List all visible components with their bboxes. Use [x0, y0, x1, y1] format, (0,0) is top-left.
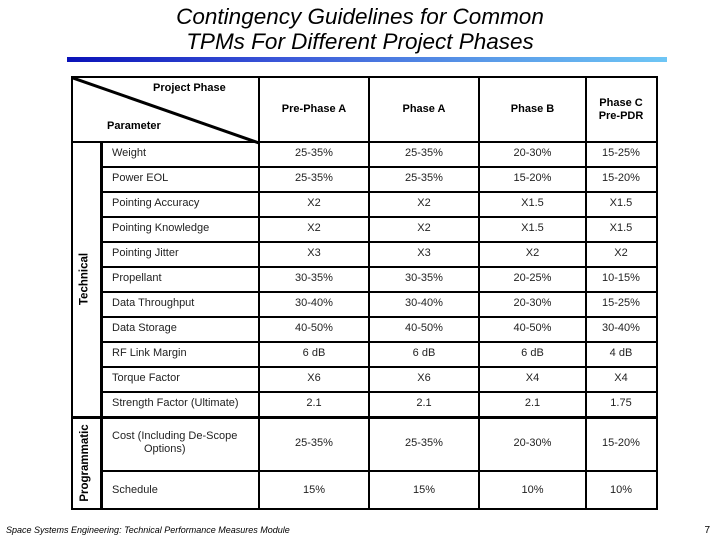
value-cell: 15-20% [602, 436, 640, 449]
parameter-label: Power EOL [112, 172, 169, 184]
value-cell: 2.1 [306, 397, 322, 409]
value-cell: 6 dB [302, 347, 326, 359]
value-cell: X2 [307, 197, 321, 209]
value-cell: 40-50% [295, 322, 333, 334]
value-cell: 25-35% [405, 147, 443, 159]
value-cell: 20-30% [513, 147, 552, 159]
parameter-label: Strength Factor (Ultimate) [112, 397, 239, 409]
parameter-label: Weight [112, 147, 147, 159]
parameter-cell: Pointing Accuracy [102, 191, 259, 216]
value-cell: X1.5 [609, 222, 633, 234]
value-cell: X1.5 [521, 222, 544, 234]
parameter-cell: Weight [102, 141, 259, 166]
parameter-label: Cost (Including De-Scope [112, 430, 238, 442]
value-cell: 20-25% [513, 272, 552, 284]
value-cell: X1.5 [521, 197, 544, 209]
parameter-cell: Cost (Including De-Scope Options) [102, 416, 259, 470]
slide-title-line-1: Contingency Guidelines for Common [176, 4, 544, 29]
value-cell: 15% [412, 483, 436, 496]
parameter-label: Pointing Jitter [112, 247, 179, 259]
parameter-cell: Torque Factor [102, 366, 259, 391]
value-cell: 4 dB [609, 347, 633, 359]
value-cell: 30-40% [602, 322, 640, 334]
column-header-line-1: Phase B [510, 103, 555, 115]
slide-title-line-2: TPMs For Different Project Phases [186, 29, 534, 54]
parameter-cell: Power EOL [102, 166, 259, 191]
parameter-cell: Schedule [102, 470, 259, 510]
value-cell: X4 [525, 372, 540, 384]
value-cell: 2.1 [416, 397, 432, 409]
column-header: Phase C Pre-PDR [586, 78, 656, 141]
slide-title: Contingency Guidelines for Common TPMs F… [0, 4, 720, 54]
value-cell: X3 [417, 247, 431, 259]
value-cell: 25-35% [405, 436, 443, 449]
parameter-cell: Data Storage [102, 316, 259, 341]
parameter-label-line-2: Options) [144, 443, 186, 455]
value-cell: 10% [521, 483, 544, 496]
value-cell: 25-35% [295, 172, 333, 184]
value-cell: X1.5 [609, 197, 633, 209]
value-cell: 10% [609, 483, 633, 496]
value-cell: 40-50% [513, 322, 552, 334]
parameter-label: Propellant [112, 272, 162, 284]
value-cell: 30-40% [295, 297, 333, 309]
corner-project-phase-label: Project Phase [153, 81, 226, 94]
parameter-label: Data Throughput [112, 297, 195, 309]
value-cell: 6 dB [412, 347, 436, 359]
parameter-label: Torque Factor [112, 372, 180, 384]
value-cell: 10-15% [602, 272, 640, 284]
column-header: Phase A [369, 78, 479, 141]
contingency-table: Project Phase Parameter Pre-Phase A Phase… [71, 76, 658, 510]
value-cell: 1.75 [610, 397, 632, 409]
parameter-cell: Propellant [102, 266, 259, 291]
value-cell: 30-35% [295, 272, 333, 284]
value-cell: X4 [614, 372, 628, 384]
column-header: Phase B [479, 78, 586, 141]
parameter-cell: Pointing Jitter [102, 241, 259, 266]
value-cell: 25-35% [295, 436, 333, 449]
value-cell: X2 [614, 247, 628, 259]
parameter-label: Pointing Knowledge [112, 222, 210, 234]
value-cell: X2 [417, 197, 431, 209]
parameter-label: Data Storage [112, 322, 177, 334]
footer-text: Space Systems Engineering: Technical Per… [6, 525, 290, 535]
value-cell: 15-25% [602, 147, 640, 159]
parameter-cell: Pointing Knowledge [102, 216, 259, 241]
value-cell: X2 [525, 247, 540, 259]
page-number: 7 [704, 525, 710, 536]
value-cell: 15-20% [513, 172, 552, 184]
title-gradient-bar [67, 57, 667, 62]
value-cell: 20-30% [513, 297, 552, 309]
corner-parameter-label: Parameter [107, 119, 161, 132]
parameter-label: RF Link Margin [112, 347, 187, 359]
value-cell: 20-30% [513, 436, 552, 449]
value-cell: 2.1 [524, 397, 541, 409]
value-cell: 15-20% [602, 172, 640, 184]
value-cell: X6 [417, 372, 431, 384]
column-header-line-1: Pre-Phase A [281, 103, 347, 115]
value-cell: X2 [417, 222, 431, 234]
value-cell: 40-50% [405, 322, 443, 334]
value-cell: 25-35% [405, 172, 443, 184]
parameter-label: Schedule [112, 483, 158, 496]
value-cell: 30-40% [405, 297, 443, 309]
value-cell: X6 [307, 372, 321, 384]
parameter-label: Pointing Accuracy [112, 197, 200, 209]
value-cell: X2 [307, 222, 321, 234]
parameter-cell: Data Throughput [102, 291, 259, 316]
group-label: Technical [78, 252, 91, 305]
value-cell: 25-35% [295, 147, 333, 159]
parameter-cell: RF Link Margin [102, 341, 259, 366]
value-cell: X3 [307, 247, 321, 259]
parameter-cell: Strength Factor (Ultimate) [102, 391, 259, 416]
column-header-line-2: Pre-PDR [598, 109, 644, 122]
column-header-line-1: Phase C [599, 96, 643, 109]
column-header-line-1: Phase A [402, 103, 446, 115]
column-header: Pre-Phase A [259, 78, 369, 141]
value-cell: 6 dB [521, 347, 544, 359]
value-cell: 15% [302, 483, 326, 496]
value-cell: 30-35% [405, 272, 443, 284]
value-cell: 15-25% [602, 297, 640, 309]
group-label: Programmatic [78, 424, 91, 502]
